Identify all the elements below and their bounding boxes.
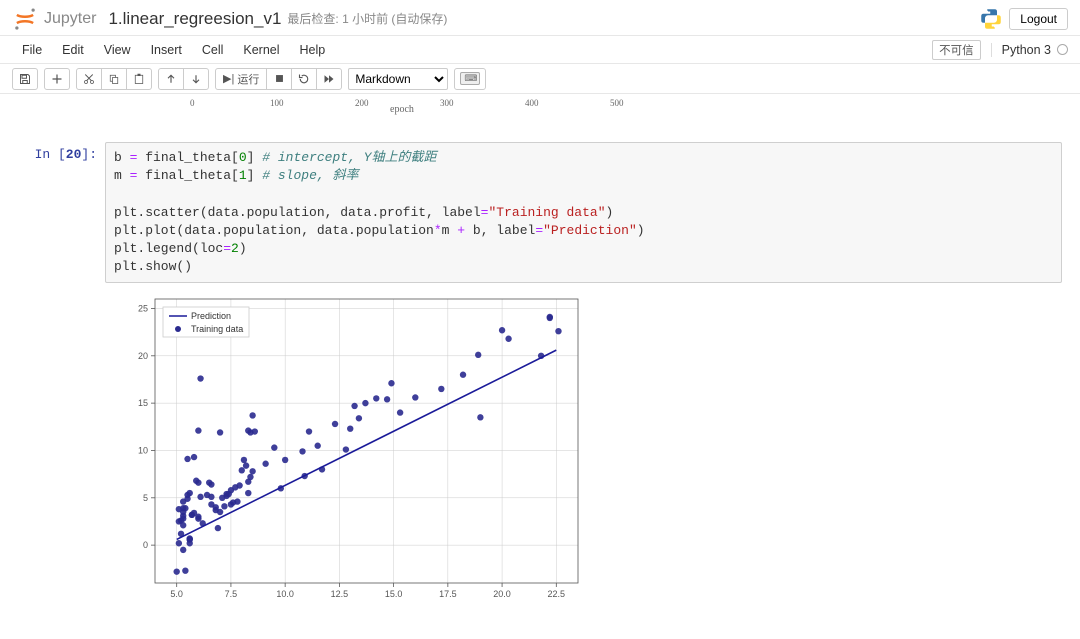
svg-text:20: 20: [138, 351, 148, 361]
menu-kernel[interactable]: Kernel: [233, 39, 289, 61]
menu-file[interactable]: File: [12, 39, 52, 61]
plus-icon: [51, 73, 63, 85]
cell-type-select[interactable]: Markdown: [348, 68, 448, 90]
save-button[interactable]: [12, 68, 38, 90]
menu-help[interactable]: Help: [290, 39, 336, 61]
jupyter-logo-icon: [12, 6, 38, 32]
input-prompt: In [20]:: [10, 142, 105, 283]
restart-icon: [298, 73, 310, 85]
trusted-badge[interactable]: 不可信: [932, 40, 981, 60]
run-button[interactable]: ▶| 运行: [215, 68, 267, 90]
fast-forward-icon: [323, 73, 335, 85]
svg-text:0: 0: [143, 540, 148, 550]
cut-icon: [83, 73, 95, 85]
kernel-label: Python 3: [1002, 43, 1051, 57]
run-step-icon: ▶|: [223, 72, 234, 85]
svg-text:5: 5: [143, 493, 148, 503]
code-cell[interactable]: In [20]: b = final_theta[0] # intercept,…: [10, 142, 1070, 283]
interrupt-button[interactable]: [266, 68, 292, 90]
paste-icon: [133, 73, 145, 85]
logout-button[interactable]: Logout: [1009, 8, 1068, 30]
svg-text:Training data: Training data: [191, 324, 243, 334]
menu-insert[interactable]: Insert: [141, 39, 192, 61]
command-palette-button[interactable]: ⌨: [454, 68, 486, 90]
paste-button[interactable]: [126, 68, 152, 90]
menubar: File Edit View Insert Cell Kernel Help 不…: [0, 36, 1080, 64]
previous-output-fragment: 0 100 200 300 400 500 epoch: [110, 94, 1070, 114]
keyboard-icon: ⌨: [460, 72, 480, 85]
toolbar: ▶| 运行 Markdown ⌨: [0, 64, 1080, 94]
cut-button[interactable]: [76, 68, 102, 90]
svg-text:10: 10: [138, 446, 148, 456]
notebook-title[interactable]: 1.linear_regreesion_v1: [108, 9, 281, 29]
restart-button[interactable]: [291, 68, 317, 90]
copy-button[interactable]: [101, 68, 127, 90]
checkpoint-status: 最后检查: 1 小时前 (自动保存): [287, 10, 447, 27]
svg-text:25: 25: [138, 304, 148, 314]
code-input-area[interactable]: b = final_theta[0] # intercept, Y轴上的截距 m…: [105, 142, 1062, 283]
edit-button-group: [76, 68, 152, 90]
menu-edit[interactable]: Edit: [52, 39, 94, 61]
arrow-up-icon: [165, 73, 177, 85]
move-button-group: [158, 68, 209, 90]
run-label: 运行: [237, 71, 259, 87]
menu-cell[interactable]: Cell: [192, 39, 234, 61]
svg-text:Prediction: Prediction: [191, 311, 231, 321]
python-logo-icon: [979, 7, 1003, 31]
kernel-idle-icon: [1057, 44, 1068, 55]
stop-icon: [274, 73, 285, 84]
restart-run-all-button[interactable]: [316, 68, 342, 90]
notebook-area: 0 100 200 300 400 500 epoch In [20]: b =…: [0, 94, 1080, 639]
arrow-down-icon: [190, 73, 202, 85]
run-button-group: ▶| 运行: [215, 68, 342, 90]
jupyter-logo-text: Jupyter: [44, 10, 96, 28]
save-icon: [19, 73, 31, 85]
jupyter-logo[interactable]: Jupyter: [12, 6, 96, 32]
menu-view[interactable]: View: [94, 39, 141, 61]
move-up-button[interactable]: [158, 68, 184, 90]
move-down-button[interactable]: [183, 68, 209, 90]
svg-text:15: 15: [138, 398, 148, 408]
add-cell-button[interactable]: [44, 68, 70, 90]
notebook-header: Jupyter 1.linear_regreesion_v1 最后检查: 1 小…: [0, 0, 1080, 36]
output-plot: 5.07.510.012.515.017.520.022.50510152025…: [110, 289, 590, 609]
kernel-indicator: Python 3: [991, 43, 1068, 57]
copy-icon: [108, 73, 120, 85]
